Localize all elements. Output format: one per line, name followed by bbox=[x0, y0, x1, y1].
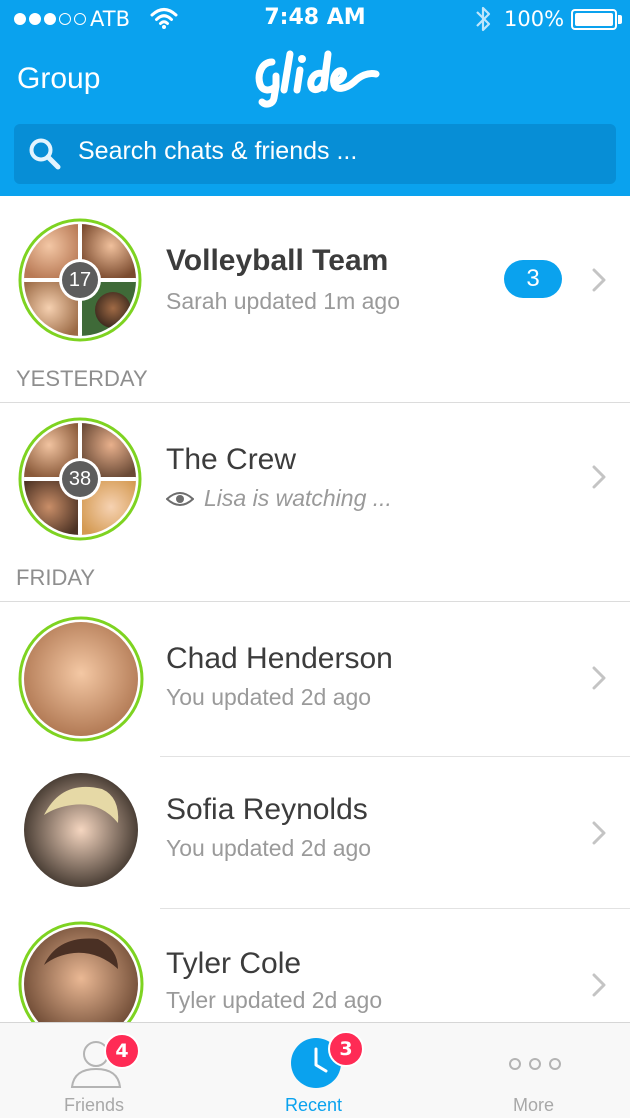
section-header-yesterday: YESTERDAY bbox=[16, 366, 148, 391]
bluetooth-icon bbox=[476, 6, 491, 32]
chevron-right-icon bbox=[592, 268, 606, 292]
chevron-right-icon bbox=[592, 973, 606, 997]
avatar bbox=[18, 921, 144, 1022]
app-header: ATB 7:48 AM 100% Group Search chats & fr… bbox=[0, 0, 630, 196]
more-dots-icon bbox=[509, 1058, 561, 1070]
recent-badge: 3 bbox=[328, 1031, 364, 1067]
tab-recent[interactable]: 3 Recent bbox=[262, 1023, 372, 1118]
tab-label: Recent bbox=[285, 1095, 343, 1115]
chat-row-tyler-cole[interactable]: Tyler Cole Tyler updated 2d ago bbox=[0, 909, 630, 1022]
eye-icon bbox=[166, 492, 194, 506]
tab-label: More bbox=[513, 1095, 555, 1115]
section-header-friday: FRIDAY bbox=[16, 565, 96, 590]
battery-percentage: 100% bbox=[504, 7, 565, 31]
chat-title: Volleyball Team bbox=[166, 244, 389, 277]
avatar bbox=[18, 616, 144, 742]
tab-label: Friends bbox=[64, 1095, 125, 1115]
chat-title: Tyler Cole bbox=[166, 947, 302, 980]
search-placeholder: Search chats & friends ... bbox=[78, 137, 358, 165]
search-input[interactable]: Search chats & friends ... bbox=[14, 124, 616, 184]
chevron-right-icon bbox=[592, 821, 606, 845]
member-count: 17 bbox=[68, 269, 92, 291]
chat-row-chad-henderson[interactable]: Chad Henderson You updated 2d ago bbox=[0, 602, 630, 754]
unread-badge: 3 bbox=[504, 260, 562, 298]
chat-row-sofia-reynolds[interactable]: Sofia Reynolds You updated 2d ago bbox=[0, 757, 630, 909]
chat-title: Chad Henderson bbox=[166, 642, 393, 675]
search-icon bbox=[29, 138, 61, 170]
chat-list: 17 Volleyball Team Sarah updated 1m ago … bbox=[0, 196, 630, 1022]
chat-subtitle: You updated 2d ago bbox=[166, 835, 372, 861]
chat-title: Sofia Reynolds bbox=[166, 793, 368, 826]
tab-bar: 4 Friends 3 Recent More bbox=[0, 1022, 630, 1118]
glide-logo bbox=[255, 50, 380, 108]
chat-title: The Crew bbox=[166, 443, 297, 476]
group-button[interactable]: Group bbox=[17, 62, 100, 96]
status-bar: ATB 7:48 AM 100% bbox=[0, 0, 630, 40]
avatar bbox=[24, 773, 138, 887]
chevron-right-icon bbox=[592, 465, 606, 489]
friends-badge: 4 bbox=[104, 1033, 140, 1069]
chat-row-volleyball-team[interactable]: 17 Volleyball Team Sarah updated 1m ago … bbox=[0, 196, 630, 348]
chat-subtitle: Sarah updated 1m ago bbox=[166, 288, 401, 314]
chat-subtitle: You updated 2d ago bbox=[166, 684, 372, 710]
chevron-right-icon bbox=[592, 666, 606, 690]
tab-friends[interactable]: 4 Friends bbox=[40, 1023, 150, 1118]
chat-row-the-crew[interactable]: 38 The Crew Lisa is watching ... bbox=[0, 403, 630, 555]
chat-subtitle: Tyler updated 2d ago bbox=[166, 987, 383, 1013]
chat-subtitle: Lisa is watching ... bbox=[204, 485, 392, 511]
tab-more[interactable]: More bbox=[486, 1023, 596, 1118]
battery-icon bbox=[571, 9, 617, 30]
member-count: 38 bbox=[68, 468, 92, 490]
